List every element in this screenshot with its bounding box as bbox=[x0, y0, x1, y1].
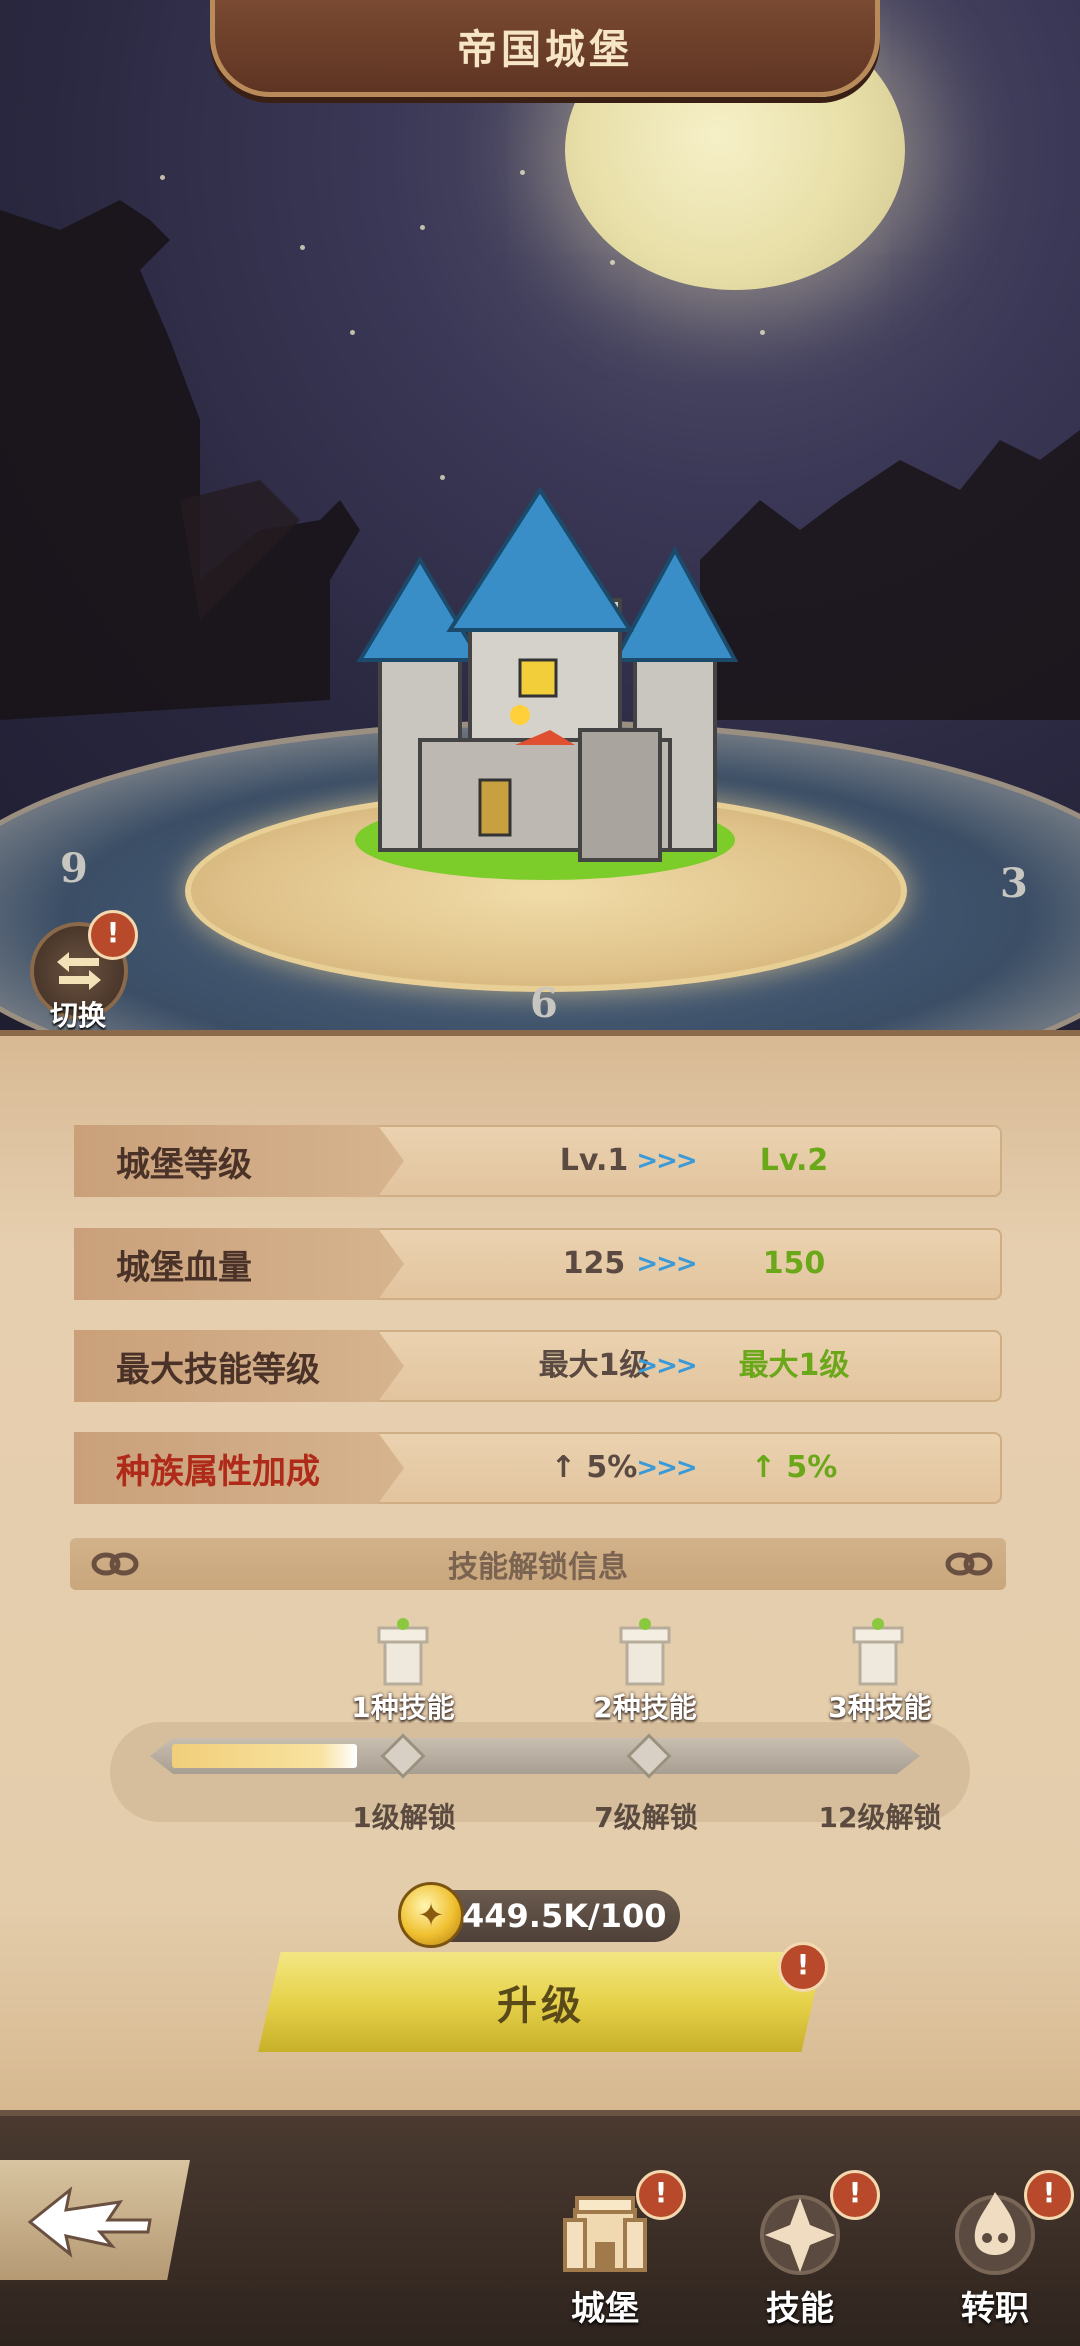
stat-next-value: 150 bbox=[762, 1246, 826, 1281]
gold-coin-icon: ✦ bbox=[398, 1882, 464, 1948]
castle-scene: 9 3 6 bbox=[0, 0, 1080, 1030]
alert-badge-icon: ! bbox=[778, 1942, 828, 1992]
castle-illustration bbox=[355, 486, 739, 880]
upgrade-button[interactable]: 升级 bbox=[258, 1952, 824, 2052]
stat-label: 城堡等级 bbox=[74, 1125, 404, 1197]
stat-next-value: 最大1级 bbox=[738, 1348, 850, 1383]
back-button[interactable] bbox=[0, 2160, 190, 2280]
dial-number: 9 bbox=[60, 845, 88, 892]
cost-text: 449.5K/100 bbox=[462, 1897, 667, 1935]
alert-badge-icon: ! bbox=[636, 2170, 686, 2220]
dial-number: 3 bbox=[1000, 860, 1028, 907]
stat-row-castle-hp: 城堡血量 125 >>> 150 bbox=[74, 1228, 1002, 1300]
dial-number: 6 bbox=[530, 980, 558, 1027]
star bbox=[520, 170, 525, 175]
title-plate: 帝国城堡 bbox=[210, 0, 880, 97]
alert-badge-icon: ! bbox=[88, 910, 138, 960]
stat-row-race-bonus: 种族属性加成 ↑ 5% >>> ↑ 5% bbox=[74, 1432, 1002, 1504]
unlock-section-title: 技能解锁信息 bbox=[448, 1550, 628, 1585]
skill-count-label: 2种技能 bbox=[593, 1691, 697, 1724]
stat-label: 最大技能等级 bbox=[74, 1330, 404, 1402]
skill-count-label: 1种技能 bbox=[351, 1691, 455, 1724]
stat-next-value: Lv.2 bbox=[759, 1143, 829, 1178]
unlock-progress-fill bbox=[172, 1744, 357, 1768]
tower-icon bbox=[377, 1618, 429, 1686]
tower-icon bbox=[852, 1618, 904, 1686]
chain-ornament-icon bbox=[945, 1552, 993, 1576]
stat-row-max-skill-level: 最大技能等级 最大1级 >>> 最大1级 bbox=[74, 1330, 1002, 1402]
stat-next-value: ↑ 5% bbox=[750, 1450, 838, 1485]
star bbox=[160, 175, 165, 180]
nav-tab-label: 转职 bbox=[961, 2289, 1029, 2329]
unlock-level-label: 1级解锁 bbox=[352, 1801, 456, 1834]
unlock-level-label: 12级解锁 bbox=[818, 1801, 942, 1834]
chain-ornament-icon bbox=[91, 1552, 139, 1576]
nav-tab-label: 技能 bbox=[766, 2289, 834, 2329]
alert-badge-icon: ! bbox=[1024, 2170, 1074, 2220]
switch-label: 切换 bbox=[49, 999, 106, 1032]
page-title: 帝国城堡 bbox=[457, 27, 633, 73]
skill-count-label: 3种技能 bbox=[828, 1691, 932, 1724]
stat-row-castle-level: 城堡等级 Lv.1 >>> Lv.2 bbox=[74, 1125, 1002, 1197]
unlock-section-header: 技能解锁信息 bbox=[70, 1538, 1006, 1590]
nav-tab-label: 城堡 bbox=[571, 2289, 639, 2329]
stat-label: 城堡血量 bbox=[74, 1228, 404, 1300]
back-arrow-icon bbox=[27, 2186, 152, 2258]
unlock-level-label: 7级解锁 bbox=[594, 1801, 698, 1834]
alert-badge-icon: ! bbox=[830, 2170, 880, 2220]
stat-label: 种族属性加成 bbox=[74, 1432, 404, 1504]
tower-icon bbox=[619, 1618, 671, 1686]
